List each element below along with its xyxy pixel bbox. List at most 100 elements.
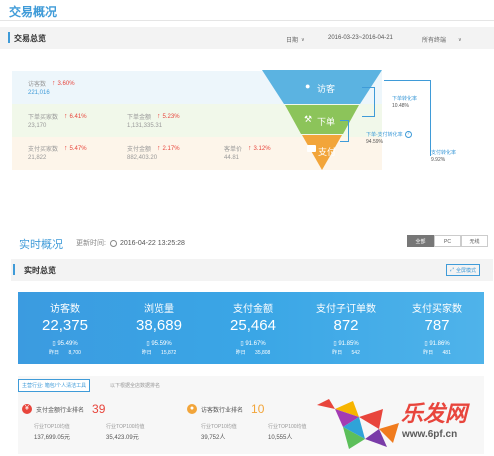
- rank2-top100-value: 10,555人: [268, 435, 293, 441]
- connector-line: [362, 87, 375, 117]
- person-icon: ●: [305, 81, 311, 91]
- funnel-pay-label: 支付: [318, 147, 337, 157]
- stat-value: 22,375: [42, 317, 88, 334]
- metric-order-buyers: 下单买家数 ↑ 6.41% 23,170: [28, 112, 87, 129]
- terminal-label: 所有终端: [422, 38, 447, 44]
- yesterday-value: 481: [442, 350, 451, 356]
- metric-change: 5.47%: [69, 145, 87, 152]
- rank-visitors-icon: ●: [187, 404, 197, 414]
- hammer-icon: ⚒: [304, 114, 313, 124]
- stat-value: 787: [424, 317, 450, 334]
- arrow-up-icon: ↑: [157, 145, 161, 152]
- metric-visitor: 访客数 ↑ 3.60% 221,016: [28, 79, 75, 96]
- rank-label: 访客数行业排名: [201, 407, 244, 414]
- stat-percent: 91.85%: [338, 341, 359, 347]
- arrow-up-icon: ↑: [157, 113, 161, 120]
- metric-change: 2.17%: [162, 145, 180, 152]
- fullscreen-button[interactable]: ⤢ 全屏模式: [446, 264, 481, 276]
- stat-value: 38,689: [136, 317, 182, 334]
- metric-value: 23,170: [28, 123, 47, 129]
- phone-icon: ▯: [333, 341, 337, 347]
- date-dropdown[interactable]: 日期 ∨: [286, 35, 305, 45]
- order-rate-label: 下单转化率: [392, 96, 418, 102]
- funnel-visit-label: 访客: [317, 84, 336, 94]
- stat-label: 浏览量: [144, 304, 174, 315]
- stat-value: 25,464: [230, 317, 276, 334]
- funnel-order-label: 下单: [317, 117, 336, 127]
- stat-percent: 95.49%: [57, 341, 78, 347]
- panel-accent: [8, 32, 10, 43]
- tab-wireless[interactable]: 无线: [461, 235, 488, 247]
- stat-label: 支付金额: [233, 304, 273, 315]
- top-divider: [0, 20, 494, 21]
- metric-change: 3.60%: [57, 80, 75, 87]
- phone-icon: ▯: [146, 341, 150, 347]
- pay-rate-label: 支付转化率: [431, 150, 457, 156]
- terminal-dropdown[interactable]: 所有终端 ∨: [422, 35, 462, 45]
- rank1-top100-label: 行业TOP100均值: [106, 424, 145, 430]
- order-pay-value: 94.59%: [366, 139, 383, 145]
- rank-label: 支付金额行业排名: [36, 407, 85, 414]
- yesterday-label: 昨日: [423, 350, 434, 356]
- metric-label: 客单价: [224, 147, 243, 153]
- stat-label: 支付买家数: [412, 304, 462, 315]
- industry-note: 以下根据全店数据排名: [110, 383, 161, 389]
- realtime-title: 实时概况: [19, 239, 63, 251]
- stat-value: 872: [333, 317, 359, 334]
- order-rate-value: 10.48%: [392, 103, 409, 109]
- yesterday-label: 昨日: [235, 350, 246, 356]
- rank1-top10-value: 137,699.05元: [34, 435, 71, 441]
- panel-title: 实时总览: [24, 266, 56, 275]
- fullscreen-label: 全屏模式: [456, 267, 477, 274]
- tab-all[interactable]: 全部: [407, 235, 434, 247]
- date-range[interactable]: 2016-03-23~2016-04-21: [328, 35, 393, 41]
- metric-label: 访客数: [28, 82, 47, 88]
- wallet-icon: [307, 145, 316, 152]
- connector-line: [340, 120, 349, 142]
- panel-title: 交易总览: [14, 34, 46, 43]
- metric-pay-amount: 支付金额 ↑ 2.17% 882,403.20: [127, 144, 180, 161]
- trade-panel-header: 交易总览 日期 ∨ 2016-03-23~2016-04-21 所有终端 ∨: [0, 27, 494, 49]
- yesterday-label: 昨日: [141, 350, 152, 356]
- metric-change: 5.23%: [162, 113, 180, 120]
- arrow-up-icon: ↑: [64, 113, 68, 120]
- industry-tag[interactable]: 主营行业: 箱包/个人清洁工具: [18, 379, 91, 392]
- metric-label: 下单金额: [127, 115, 152, 121]
- watermark-url: www.6pf.cn: [402, 429, 458, 440]
- stat-percent: 95.59%: [151, 341, 172, 347]
- rank2-top100-label: 行业TOP100均值: [268, 424, 307, 430]
- metric-label: 支付金额: [127, 147, 152, 153]
- rank-value: 10: [251, 402, 265, 416]
- metric-change: 6.41%: [69, 113, 87, 120]
- connector-line: [384, 80, 431, 156]
- metric-order-amount: 下单金额 ↑ 5.23% 1,131,335.31: [127, 112, 180, 129]
- yesterday-value: 35,808: [255, 350, 271, 356]
- update-info: 更新时间: 2016-04-22 13:25:28: [76, 238, 185, 248]
- stat-label: 访客数: [50, 304, 80, 315]
- realtime-panel-header: 实时总览 ⤢ 全屏模式: [11, 259, 493, 281]
- yesterday-label: 昨日: [332, 350, 343, 356]
- metric-value: 882,403.20: [127, 155, 158, 161]
- yesterday-value: 8,700: [68, 350, 81, 356]
- tab-pc[interactable]: PC: [434, 235, 461, 247]
- rank-visitors: ● 访客数行业排名 10: [187, 402, 264, 416]
- stat-percent: 91.67%: [245, 341, 266, 347]
- panel-accent: [13, 264, 15, 275]
- phone-icon: ▯: [52, 341, 56, 347]
- metric-label: 支付买家数: [28, 147, 59, 153]
- rank1-top10-label: 行业TOP10均值: [34, 424, 70, 430]
- help-icon[interactable]: ?: [404, 131, 412, 138]
- metric-value: 21,822: [28, 155, 47, 161]
- chevron-down-icon: ∨: [458, 36, 462, 43]
- stat-label: 支付子订单数: [316, 304, 376, 315]
- stat-card-visitors: 访客数 22,375 ▯ 95.49% 昨日 8,700: [18, 292, 112, 364]
- expand-icon: ⤢: [450, 267, 455, 273]
- rank-payment: ¥ 支付金额行业排名 39: [22, 402, 105, 416]
- arrow-up-icon: ↑: [248, 145, 252, 152]
- update-label: 更新时间:: [76, 240, 106, 247]
- metric-pay-buyers: 支付买家数 ↑ 5.47% 21,822: [28, 144, 87, 161]
- rank2-top10-label: 行业TOP10均值: [201, 424, 237, 430]
- pay-rate-value: 9.92%: [431, 157, 446, 163]
- metric-label: 下单买家数: [28, 115, 59, 121]
- yesterday-value: 15,872: [161, 350, 177, 356]
